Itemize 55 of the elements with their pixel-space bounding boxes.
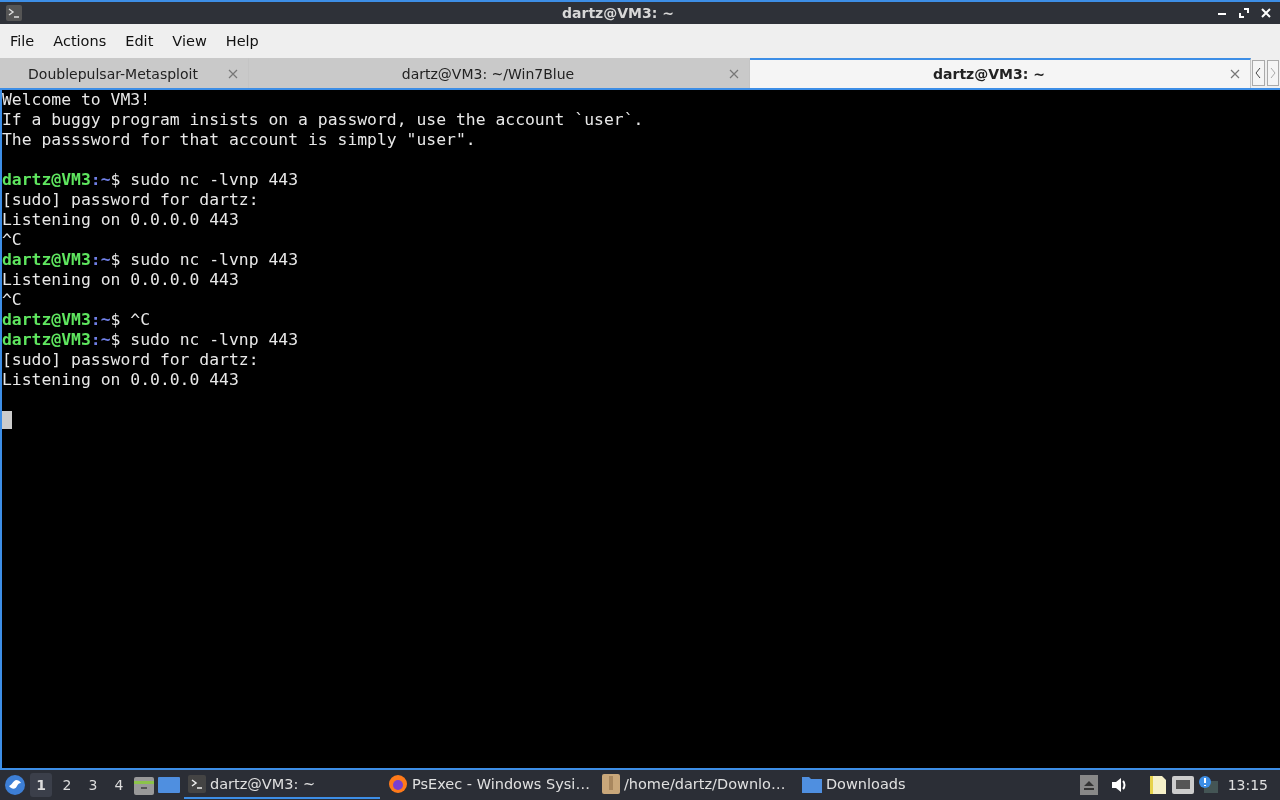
- task-button[interactable]: /home/dartz/Downlo…: [597, 771, 794, 799]
- close-icon: [1261, 8, 1271, 18]
- menu-item[interactable]: File: [2, 29, 43, 53]
- tab[interactable]: Doublepulsar-Metasploit: [0, 58, 249, 88]
- close-tab-button[interactable]: [727, 67, 741, 81]
- close-icon: [1228, 67, 1242, 81]
- network-icon[interactable]: [1171, 776, 1194, 794]
- menu-item[interactable]: View: [164, 29, 215, 53]
- terminal-line: [sudo] password for dartz:: [2, 350, 259, 369]
- terminal-line: Welcome to VM3!: [2, 90, 151, 109]
- terminal-line: ^C: [2, 290, 22, 309]
- task-button[interactable]: Downloads: [797, 771, 928, 799]
- terminal-icon: [6, 5, 22, 21]
- prompt-line: dartz@VM3:~$ sudo nc -lvnp 443: [2, 250, 299, 269]
- folder-icon: [801, 775, 822, 793]
- package-icon: [601, 774, 620, 794]
- text-cursor: [2, 411, 12, 429]
- close-tab-button[interactable]: [1228, 67, 1242, 81]
- eject-icon[interactable]: [1079, 775, 1098, 795]
- desktop-switch[interactable]: 4: [108, 773, 130, 797]
- task-button[interactable]: PsExec - Windows Sysi…: [384, 771, 594, 799]
- maximize-button[interactable]: [1236, 5, 1252, 21]
- close-tab-button[interactable]: [226, 67, 240, 81]
- desktop-switch[interactable]: 1: [30, 773, 52, 797]
- prompt-line: dartz@VM3:~$ ^C: [2, 310, 151, 329]
- terminal-line: Listening on 0.0.0.0 443: [2, 270, 239, 289]
- terminal-line: The passsword for that account is simply "user".: [2, 130, 476, 149]
- menu-item[interactable]: Edit: [117, 29, 162, 53]
- desktop-switch[interactable]: 3: [82, 773, 104, 797]
- task-button[interactable]: dartz@VM3: ~: [184, 771, 380, 799]
- terminal-line: Listening on 0.0.0.0 443: [2, 210, 239, 229]
- terminal-line: Listening on 0.0.0.0 443: [2, 370, 239, 389]
- terminal-line: ^C: [2, 230, 22, 249]
- terminal-icon: [188, 775, 206, 793]
- terminal-line: [sudo] password for dartz:: [2, 190, 259, 209]
- prompt-line: dartz@VM3:~$ sudo nc -lvnp 443: [2, 330, 299, 349]
- scroll-left-button[interactable]: [1252, 60, 1265, 86]
- tab[interactable]: dartz@VM3: ~: [750, 58, 1251, 88]
- prompt-line: dartz@VM3:~$ sudo nc -lvnp 443: [2, 170, 299, 189]
- menu-item[interactable]: Actions: [45, 29, 115, 53]
- tab[interactable]: dartz@VM3: ~/Win7Blue: [249, 58, 750, 88]
- file-cabinet-icon[interactable]: [134, 775, 154, 795]
- close-icon: [226, 67, 240, 81]
- bird-logo-icon[interactable]: [4, 774, 26, 796]
- close-icon: [727, 67, 741, 81]
- clock[interactable]: 13:15: [1227, 777, 1268, 793]
- globe-icon: [388, 774, 408, 794]
- chevron-left-icon: [1254, 67, 1263, 79]
- desktop-switch[interactable]: 2: [56, 773, 78, 797]
- chevron-right-icon: [1268, 67, 1277, 79]
- window-title: dartz@VM3: ~: [561, 5, 675, 21]
- terminal-line: If a buggy program insists on a password, use the account `user`.: [2, 110, 644, 129]
- maximize-icon: [1239, 8, 1249, 18]
- menu-item[interactable]: Help: [217, 29, 267, 53]
- desktop-icon[interactable]: [158, 775, 180, 795]
